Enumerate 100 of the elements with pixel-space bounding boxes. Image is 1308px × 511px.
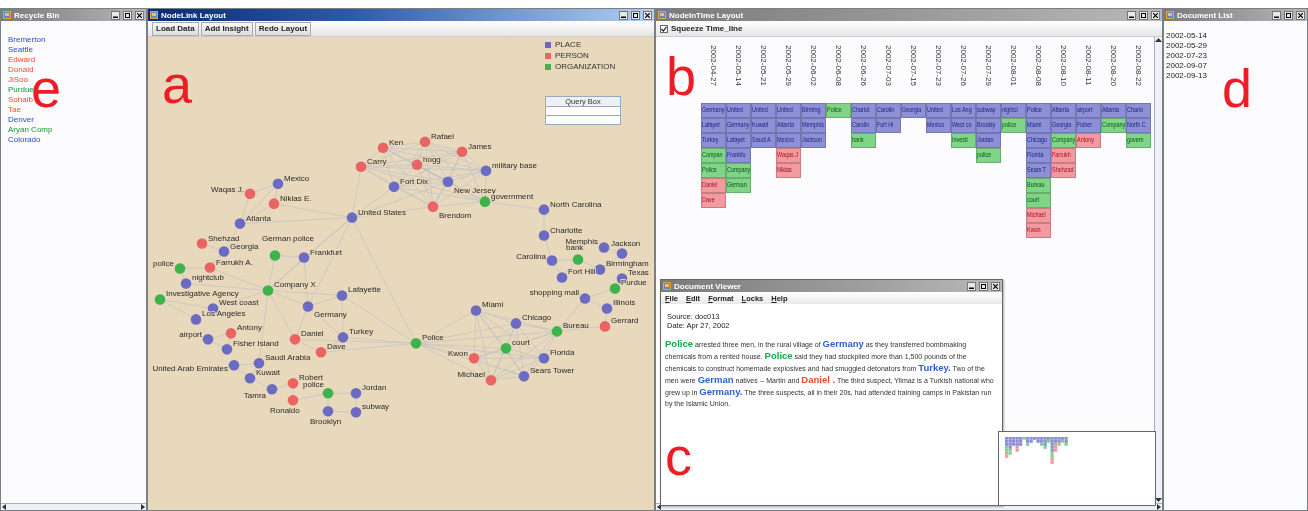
bin-item[interactable]: Tae: [8, 105, 21, 114]
timeline-entry[interactable]: Chicago: [1026, 133, 1051, 148]
document-item[interactable]: 2002-07-23: [1166, 51, 1207, 60]
timeline-entry[interactable]: Kuwait: [751, 118, 776, 133]
timeline-entry[interactable]: Police: [1026, 103, 1051, 118]
bin-item[interactable]: Sohaib: [8, 95, 33, 104]
date-label: 2002-08-10: [1059, 45, 1068, 88]
timeline-entry[interactable]: Charlot: [851, 103, 876, 118]
toolbar-button[interactable]: Redo Layout: [254, 21, 312, 36]
timeline-entry[interactable]: police: [976, 148, 1001, 163]
document-item[interactable]: 2002-05-29: [1166, 41, 1207, 50]
document-item[interactable]: 2002-05-14: [1166, 31, 1207, 40]
timeline-entry[interactable]: Compan: [701, 148, 726, 163]
bin-item[interactable]: JiSoo: [8, 75, 28, 84]
timeline-entry[interactable]: Mexico: [776, 133, 801, 148]
timeline-entry[interactable]: United: [776, 103, 801, 118]
date-label: 2002-07-23: [934, 45, 943, 88]
timeline-entry[interactable]: Police: [701, 163, 726, 178]
timeline-entry[interactable]: govern: [1126, 133, 1151, 148]
bin-item[interactable]: Aryan Comp: [8, 125, 53, 134]
timeline-entry[interactable]: Farrukh: [1051, 148, 1076, 163]
panel-letter: a: [162, 57, 193, 111]
timeline-entry[interactable]: Michael: [1026, 208, 1051, 223]
timeline-entry[interactable]: Daniel: [701, 178, 726, 193]
timeline-entry[interactable]: Lafayet: [701, 118, 726, 133]
timeline-entry[interactable]: Charlo: [1126, 103, 1151, 118]
timeline-entry[interactable]: Georgia: [1051, 118, 1076, 133]
timeline-entry[interactable]: Carolin: [876, 103, 901, 118]
date-label: 2002-05-21: [759, 45, 768, 88]
document-item[interactable]: 2002-09-07: [1166, 61, 1207, 70]
window-title: Document Viewer: [674, 281, 742, 291]
window-title: Recycle Bin: [14, 10, 61, 20]
bin-item[interactable]: Edward: [8, 55, 36, 64]
legend-label: PLACE: [555, 40, 582, 49]
timeline-entry[interactable]: Company: [726, 163, 751, 178]
document-item[interactable]: 2002-09-13: [1166, 71, 1207, 80]
toolbar-button[interactable]: Add Insight: [200, 21, 253, 36]
timeline-entry[interactable]: court: [1026, 193, 1051, 208]
timeline-entry[interactable]: Turkey: [701, 133, 726, 148]
timeline-entry[interactable]: subway: [976, 103, 1001, 118]
timeline-entry[interactable]: Sears T: [1026, 163, 1051, 178]
timeline-entry[interactable]: police: [1001, 118, 1026, 133]
timeline-entry[interactable]: United: [751, 103, 776, 118]
date-label: 2002-08-11: [1084, 45, 1093, 88]
bin-item[interactable]: Seattle: [8, 45, 33, 54]
timeline-entry[interactable]: Lafayet: [726, 133, 751, 148]
timeline-entry[interactable]: Atlanta: [776, 118, 801, 133]
timeline-entry[interactable]: Company: [1051, 133, 1076, 148]
timeline-entry[interactable]: Saudi A: [751, 133, 776, 148]
date-label: 2002-08-08: [1034, 45, 1043, 88]
timeline-entry[interactable]: Company: [1101, 118, 1126, 133]
bin-item[interactable]: Denver: [8, 115, 34, 124]
timeline-entry[interactable]: Shehzad: [1051, 163, 1076, 178]
timeline-entry[interactable]: Atlanta: [1051, 103, 1076, 118]
timeline-entry[interactable]: bank: [851, 133, 876, 148]
timeline-entry[interactable]: Los Ang: [951, 103, 976, 118]
timeline-entry[interactable]: North C: [1126, 118, 1151, 133]
timeline-entry[interactable]: Investi: [951, 133, 976, 148]
bin-item[interactable]: Colorado: [8, 135, 41, 144]
timeline-entry[interactable]: Brookly: [976, 118, 1001, 133]
timeline-entry[interactable]: nightcl: [1001, 103, 1026, 118]
timeline-entry[interactable]: Germany: [701, 103, 726, 118]
timeline-entry[interactable]: United: [926, 103, 951, 118]
timeline-entry[interactable]: United: [726, 103, 751, 118]
timeline-entry[interactable]: Police: [826, 103, 851, 118]
timeline-entry[interactable]: Birming: [801, 103, 826, 118]
timeline-entry[interactable]: Atlanta: [1101, 103, 1126, 118]
timeline-entry[interactable]: Florida: [1026, 148, 1051, 163]
bin-item[interactable]: Bremerton: [8, 35, 46, 44]
squeeze-checkbox[interactable]: Squeeze Time_line: [660, 24, 743, 33]
timeline-entry[interactable]: Jordan: [976, 133, 1001, 148]
timeline-entry[interactable]: Fort Hi: [876, 118, 901, 133]
toolbar-button[interactable]: Load Data: [152, 21, 199, 36]
timeline-entry[interactable]: Mexico: [926, 118, 951, 133]
panel-letter: c: [665, 429, 692, 483]
timeline-entry[interactable]: Antony: [1076, 133, 1101, 148]
timeline-entry[interactable]: Georgia: [901, 103, 926, 118]
timeline-entry[interactable]: Fisher: [1076, 118, 1101, 133]
timeline-entry[interactable]: Miami: [1026, 118, 1051, 133]
date-label: 2002-06-08: [834, 45, 843, 88]
date-label: 2002-08-01: [1009, 45, 1018, 88]
timeline-entry[interactable]: Carolin: [851, 118, 876, 133]
timeline-entry[interactable]: Memphis: [801, 118, 826, 133]
legend-label: ORGANIZATION: [555, 62, 616, 71]
bin-item[interactable]: Purdue: [8, 85, 34, 94]
timeline-entry[interactable]: Frankfu: [726, 148, 751, 163]
timeline-entry[interactable]: Kwon: [1026, 223, 1051, 238]
timeline-entry[interactable]: Jackson: [801, 133, 826, 148]
timeline-entry[interactable]: Waqas J: [776, 148, 801, 163]
timeline-entry[interactable]: Dave: [701, 193, 726, 208]
timeline-entry[interactable]: Bureau: [1026, 178, 1051, 193]
timeline-entry[interactable]: West co: [951, 118, 976, 133]
bin-item[interactable]: Donald: [8, 65, 34, 74]
date-label: 2002-08-20: [1109, 45, 1118, 88]
timeline-entry[interactable]: Niklas: [776, 163, 801, 178]
timeline-entry[interactable]: airport: [1076, 103, 1101, 118]
timeline-entry[interactable]: Germany: [726, 118, 751, 133]
timeline-entry[interactable]: German: [726, 178, 751, 193]
date-label: 2002-06-02: [809, 45, 818, 88]
date-label: 2002-07-29: [984, 45, 993, 88]
